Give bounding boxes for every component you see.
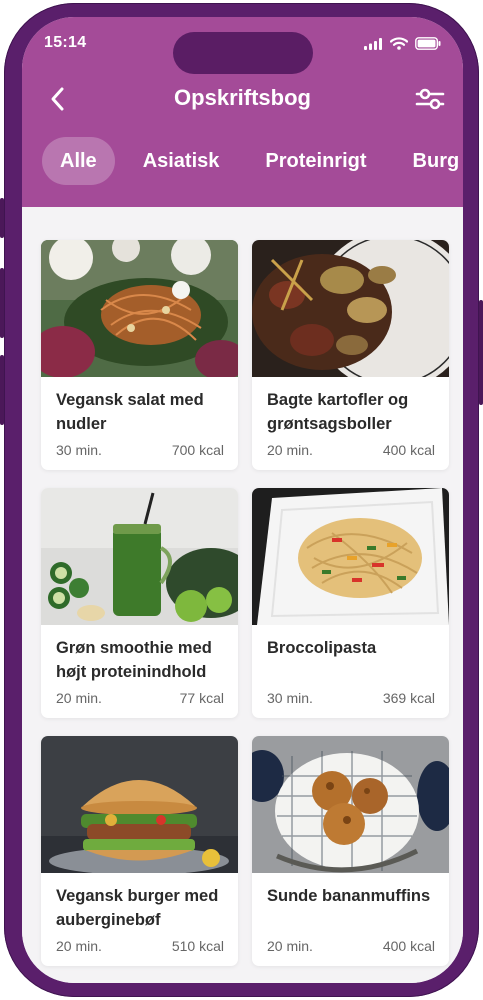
recipe-card[interactable]: Broccolipasta 30 min. 369 kcal (252, 488, 449, 718)
recipe-time: 20 min. (56, 938, 102, 954)
recipe-time: 20 min. (56, 690, 102, 706)
tab-alle[interactable]: Alle (42, 137, 115, 185)
recipe-title: Sunde bananmuffins (267, 887, 431, 905)
recipe-card[interactable]: Sunde bananmuffins 20 min. 400 kcal (252, 736, 449, 966)
recipe-title: Broccolipasta (267, 639, 377, 657)
recipe-image-potatoes (252, 240, 449, 377)
side-button (0, 355, 4, 425)
recipe-time: 20 min. (267, 442, 313, 458)
recipe-image-burger (41, 736, 238, 873)
recipe-card[interactable]: Bagte kartofler og grøntsagsboller 20 mi… (252, 240, 449, 470)
status-icons (364, 37, 441, 50)
recipe-kcal: 369 kcal (382, 690, 435, 706)
recipe-title: Grøn smoothie med højt proteinindhold (56, 639, 212, 681)
recipe-time: 30 min. (267, 690, 313, 706)
recipe-image-smoothie (41, 488, 238, 625)
dynamic-island (173, 32, 313, 74)
tab-asiatisk[interactable]: Asiatisk (125, 137, 238, 185)
recipe-time: 30 min. (56, 442, 102, 458)
side-button (0, 198, 4, 238)
top-bar: Opskriftsbog (22, 79, 463, 119)
filter-button[interactable] (413, 85, 447, 113)
recipe-title: Vegansk burger med auberginebøf (56, 887, 219, 929)
battery-icon (415, 37, 441, 50)
recipe-title: Bagte kartofler og grøntsagsboller (267, 391, 409, 433)
recipe-image-pasta (252, 488, 449, 625)
recipe-title: Vegansk salat med nudler (56, 391, 204, 433)
side-button (479, 300, 483, 405)
recipe-card[interactable]: Grøn smoothie med højt proteinindhold 20… (41, 488, 238, 718)
recipe-kcal: 700 kcal (171, 442, 224, 458)
recipe-image-muffins (252, 736, 449, 873)
recipe-kcal: 510 kcal (171, 938, 224, 954)
category-tabs: Alle Asiatisk Proteinrigt Burg (42, 137, 463, 187)
recipe-kcal: 77 kcal (179, 690, 224, 706)
recipe-image-salad (41, 240, 238, 377)
recipe-card[interactable]: Vegansk salat med nudler 30 min. 700 kca… (41, 240, 238, 470)
page-title: Opskriftsbog (174, 85, 311, 110)
wifi-icon (390, 37, 408, 50)
side-button (0, 268, 4, 338)
status-time: 15:14 (44, 34, 87, 51)
sliders-icon (415, 88, 445, 110)
recipe-card[interactable]: Vegansk burger med auberginebøf 20 min. … (41, 736, 238, 966)
recipe-time: 20 min. (267, 938, 313, 954)
recipe-kcal: 400 kcal (382, 442, 435, 458)
tab-burger[interactable]: Burg (395, 137, 463, 185)
recipe-grid: Vegansk salat med nudler 30 min. 700 kca… (22, 207, 463, 983)
tab-proteinrigt[interactable]: Proteinrigt (247, 137, 384, 185)
recipe-kcal: 400 kcal (382, 938, 435, 954)
screen: 15:14 Opskriftsbog Alle Asiatisk Protein… (22, 17, 463, 983)
signal-icon (364, 37, 382, 50)
app-header: 15:14 Opskriftsbog Alle Asiatisk Protein… (22, 17, 463, 207)
